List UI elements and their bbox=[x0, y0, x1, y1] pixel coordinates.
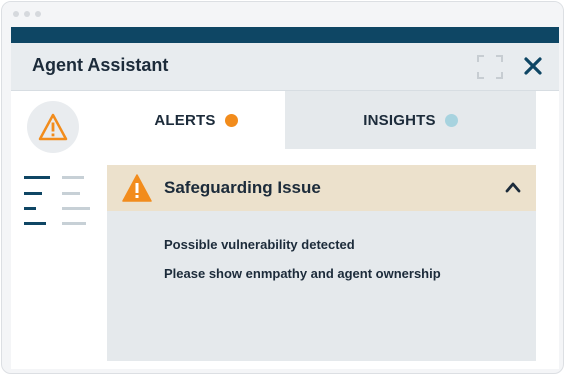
alert-title: Safeguarding Issue bbox=[164, 178, 321, 197]
warning-triangle-icon bbox=[122, 174, 152, 202]
window-dot-icon bbox=[35, 11, 41, 17]
tab-insights[interactable]: INSIGHTS bbox=[285, 91, 536, 149]
alert-message-line: Possible vulnerability detected bbox=[164, 237, 355, 252]
status-dot-icon bbox=[224, 113, 238, 127]
chevron-up-icon[interactable] bbox=[505, 181, 521, 193]
panel-title: Agent Assistant bbox=[32, 55, 169, 75]
alert-message-line: Please show enmpathy and agent ownership bbox=[164, 266, 441, 281]
window-dot-icon bbox=[24, 11, 30, 17]
panel-header: Agent Assistant bbox=[11, 43, 559, 91]
accent-bar bbox=[11, 27, 559, 43]
list-view-icon[interactable] bbox=[24, 176, 92, 236]
agent-assistant-panel: Agent Assistant ALERTS INSIGHTS Safeguar… bbox=[11, 43, 559, 369]
app-window: Agent Assistant ALERTS INSIGHTS Safeguar… bbox=[1, 1, 564, 374]
alert-card: Safeguarding Issue Possible vulnerabilit… bbox=[107, 165, 536, 361]
left-rail bbox=[11, 91, 107, 369]
rail-alert-button[interactable] bbox=[27, 101, 79, 153]
warning-triangle-icon bbox=[38, 113, 68, 141]
window-dot-icon bbox=[13, 11, 19, 17]
tab-alerts-label: ALERTS bbox=[154, 111, 216, 129]
window-titlebar bbox=[2, 2, 563, 26]
alert-header[interactable]: Safeguarding Issue bbox=[107, 165, 536, 211]
status-dot-icon bbox=[444, 113, 458, 127]
expand-icon[interactable] bbox=[477, 55, 503, 79]
tab-alerts[interactable]: ALERTS bbox=[107, 91, 285, 149]
close-icon[interactable] bbox=[522, 55, 544, 77]
tab-insights-label: INSIGHTS bbox=[363, 111, 436, 129]
